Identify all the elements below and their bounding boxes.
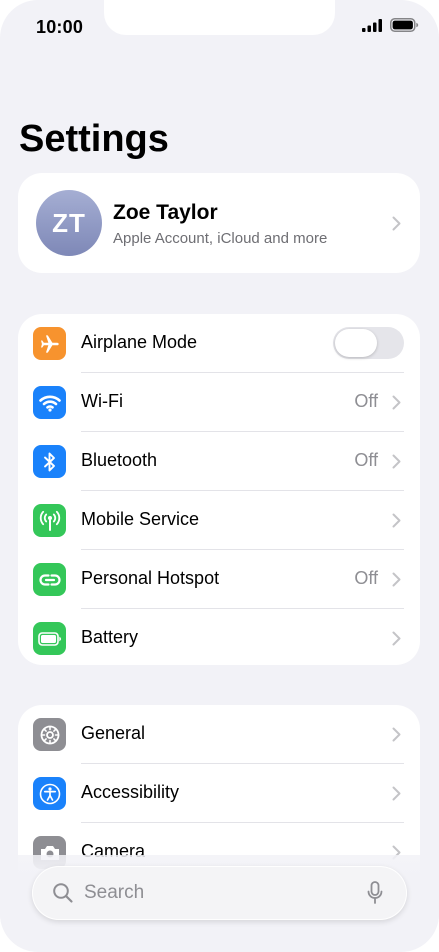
wifi-label: Wi-Fi: [81, 391, 123, 411]
battery-row[interactable]: Battery: [18, 609, 420, 665]
wifi-value: Off: [354, 391, 378, 411]
personal-hotspot-label: Personal Hotspot: [81, 568, 220, 588]
avatar: ZT: [36, 190, 102, 256]
bluetooth-icon: [33, 445, 66, 478]
airplane-mode-row: Airplane Mode: [18, 314, 420, 373]
battery-icon: [33, 622, 66, 655]
airplane-mode-toggle[interactable]: [333, 327, 404, 359]
personal-hotspot-value: Off: [354, 568, 378, 588]
search-placeholder: Search: [84, 882, 145, 903]
hotspot-icon: [33, 563, 66, 596]
dynamic-island: [104, 0, 335, 35]
mobile-service-row[interactable]: Mobile Service: [18, 491, 420, 550]
battery-label: Battery: [81, 627, 139, 647]
airplane-mode-label: Airplane Mode: [81, 332, 198, 352]
search-icon: [52, 882, 74, 909]
antenna-icon: [33, 504, 66, 537]
connectivity-group: Airplane Mode Wi-Fi Off Bluetooth Off Mo…: [18, 314, 420, 665]
battery-status-icon: [390, 18, 419, 32]
personal-hotspot-row[interactable]: Personal Hotspot Off: [18, 550, 420, 609]
chevron-right-icon: [388, 215, 404, 231]
search-bar[interactable]: Search: [32, 866, 407, 920]
general-row[interactable]: General: [18, 705, 420, 764]
bluetooth-value: Off: [354, 450, 378, 470]
microphone-icon[interactable]: [367, 881, 383, 910]
profile-name: Zoe Taylor: [113, 201, 218, 224]
mobile-service-label: Mobile Service: [81, 509, 200, 529]
chevron-right-icon: [388, 726, 404, 742]
chevron-right-icon: [388, 571, 404, 587]
wifi-icon: [33, 386, 66, 419]
accessibility-icon: [33, 777, 66, 810]
status-time: 10:00: [36, 17, 84, 37]
page-title: Settings: [19, 118, 169, 160]
apple-account-card[interactable]: ZT Zoe Taylor Apple Account, iCloud and …: [18, 173, 420, 273]
phone-screen: 10:00 Settings ZT Zoe Taylor Apple Accou…: [0, 0, 439, 952]
bluetooth-row[interactable]: Bluetooth Off: [18, 432, 420, 491]
cellular-signal-icon: [362, 18, 382, 32]
wifi-row[interactable]: Wi-Fi Off: [18, 373, 420, 432]
bluetooth-label: Bluetooth: [81, 450, 158, 470]
profile-subtitle: Apple Account, iCloud and more: [113, 230, 328, 247]
chevron-right-icon: [388, 785, 404, 801]
general-label: General: [81, 723, 146, 743]
accessibility-label: Accessibility: [81, 782, 180, 802]
airplane-icon: [33, 327, 66, 360]
gear-icon: [33, 718, 66, 751]
chevron-right-icon: [388, 630, 404, 646]
chevron-right-icon: [388, 453, 404, 469]
status-icons: [362, 18, 419, 32]
chevron-right-icon: [388, 512, 404, 528]
accessibility-row[interactable]: Accessibility: [18, 764, 420, 823]
chevron-right-icon: [388, 394, 404, 410]
toggle-knob: [335, 329, 377, 357]
